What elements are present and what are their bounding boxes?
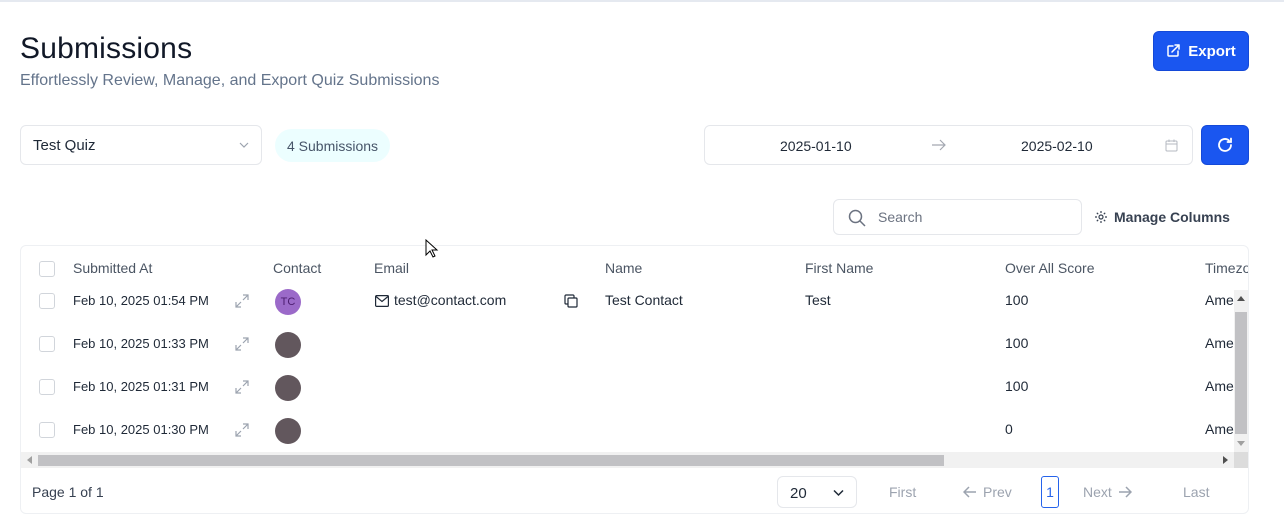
column-header-name[interactable]: Name xyxy=(605,260,642,276)
page-title: Submissions xyxy=(20,32,193,65)
column-header-submitted-at[interactable]: Submitted At xyxy=(73,260,152,276)
calendar-icon xyxy=(1165,139,1178,152)
row-checkbox[interactable] xyxy=(39,422,55,438)
search-box[interactable] xyxy=(833,199,1082,235)
timezone-cell: Ame xyxy=(1205,378,1234,394)
arrow-left-icon xyxy=(963,486,976,498)
scroll-right-arrow[interactable] xyxy=(1223,456,1228,464)
expand-icon[interactable] xyxy=(235,423,249,437)
vertical-scroll-thumb[interactable] xyxy=(1235,312,1247,434)
select-all-checkbox[interactable] xyxy=(39,261,55,277)
refresh-button[interactable] xyxy=(1201,125,1249,165)
row-checkbox[interactable] xyxy=(39,293,55,309)
page-size-select[interactable]: 20 xyxy=(777,476,857,508)
score-cell: 100 xyxy=(1005,378,1029,394)
expand-icon[interactable] xyxy=(235,337,249,351)
prev-page-label: Prev xyxy=(983,484,1012,500)
score-cell: 0 xyxy=(1005,421,1013,437)
first-page-button[interactable]: First xyxy=(889,484,916,500)
timezone-cell: Ame xyxy=(1205,292,1234,308)
table-row[interactable]: Feb 10, 2025 01:31 PM 100 Ame xyxy=(21,366,1248,409)
arrow-right-icon xyxy=(932,139,946,151)
avatar xyxy=(275,418,301,444)
column-header-contact[interactable]: Contact xyxy=(273,260,321,276)
expand-icon[interactable] xyxy=(235,380,249,394)
date-range-picker[interactable]: 2025-01-10 2025-02-10 xyxy=(704,125,1193,165)
next-page-button[interactable]: Next xyxy=(1083,484,1132,500)
chevron-down-icon xyxy=(239,142,249,148)
pagination-bar: Page 1 of 1 20 First Prev 1 Next Last xyxy=(21,468,1248,513)
avatar: TC xyxy=(275,289,301,315)
table-row[interactable]: Feb 10, 2025 01:33 PM 100 Ame xyxy=(21,323,1248,366)
row-checkbox[interactable] xyxy=(39,336,55,352)
avatar xyxy=(275,332,301,358)
score-cell: 100 xyxy=(1005,335,1029,351)
first-name-cell: Test xyxy=(805,292,831,308)
name-cell: Test Contact xyxy=(605,292,683,308)
arrow-right-icon xyxy=(1118,486,1132,498)
avatar-initials: TC xyxy=(280,296,296,308)
refresh-icon xyxy=(1218,137,1232,152)
column-header-first-name[interactable]: First Name xyxy=(805,260,873,276)
last-page-button[interactable]: Last xyxy=(1183,484,1209,500)
horizontal-scroll-thumb[interactable] xyxy=(38,455,944,466)
avatar xyxy=(275,375,301,401)
email-cell: test@contact.com xyxy=(394,292,507,308)
submissions-table: Submitted At Contact Email Name First Na… xyxy=(20,245,1249,514)
manage-columns-button[interactable]: Manage Columns xyxy=(1094,209,1230,225)
submitted-at: Feb 10, 2025 01:31 PM xyxy=(73,379,209,394)
last-page-label: Last xyxy=(1183,484,1210,500)
export-icon xyxy=(1167,44,1180,57)
mouse-cursor-icon xyxy=(425,239,439,258)
scrollbar-corner xyxy=(1234,452,1248,468)
top-border xyxy=(0,0,1284,2)
timezone-cell: Ame xyxy=(1205,421,1234,437)
page-size-value: 20 xyxy=(790,485,807,502)
submitted-at: Feb 10, 2025 01:33 PM xyxy=(73,336,209,351)
quiz-select[interactable]: Test Quiz xyxy=(20,125,262,165)
export-button-label: Export xyxy=(1188,42,1236,60)
date-from[interactable]: 2025-01-10 xyxy=(780,138,852,154)
column-header-timezone[interactable]: Timezo xyxy=(1205,260,1248,276)
next-page-label: Next xyxy=(1083,484,1112,500)
page-subtitle: Effortlessly Review, Manage, and Export … xyxy=(20,72,440,89)
gear-icon xyxy=(1095,211,1107,223)
mail-icon xyxy=(375,295,389,307)
date-to[interactable]: 2025-02-10 xyxy=(1021,138,1093,154)
submitted-at: Feb 10, 2025 01:54 PM xyxy=(73,293,209,308)
column-header-score[interactable]: Over All Score xyxy=(1005,260,1094,276)
column-header-email[interactable]: Email xyxy=(374,260,409,276)
table-row[interactable]: Feb 10, 2025 01:30 PM 0 Ame xyxy=(21,409,1248,452)
expand-icon[interactable] xyxy=(235,294,249,308)
vertical-scrollbar[interactable] xyxy=(1234,290,1248,452)
table-row[interactable]: Feb 10, 2025 01:54 PM TC test@contact.co… xyxy=(21,280,1248,323)
horizontal-scrollbar[interactable] xyxy=(21,452,1234,468)
search-icon xyxy=(848,209,866,227)
table-header: Submitted At Contact Email Name First Na… xyxy=(21,256,1248,280)
timezone-cell: Ame xyxy=(1205,335,1234,351)
submitted-at: Feb 10, 2025 01:30 PM xyxy=(73,422,209,437)
scroll-up-arrow[interactable] xyxy=(1237,296,1245,301)
export-button[interactable]: Export xyxy=(1153,31,1249,71)
quiz-select-value: Test Quiz xyxy=(33,136,96,154)
copy-icon[interactable] xyxy=(564,294,578,308)
page-info: Page 1 of 1 xyxy=(32,484,104,500)
submissions-count-badge: 4 Submissions xyxy=(275,129,391,162)
manage-columns-label: Manage Columns xyxy=(1114,209,1230,225)
search-input[interactable] xyxy=(878,206,1068,228)
page-number-current[interactable]: 1 xyxy=(1041,476,1059,508)
score-cell: 100 xyxy=(1005,292,1029,308)
prev-page-button[interactable]: Prev xyxy=(963,484,1012,500)
scroll-left-arrow[interactable] xyxy=(27,456,32,464)
chevron-down-icon xyxy=(833,489,844,497)
first-page-label: First xyxy=(889,484,917,500)
row-checkbox[interactable] xyxy=(39,379,55,395)
scroll-down-arrow[interactable] xyxy=(1237,441,1245,446)
